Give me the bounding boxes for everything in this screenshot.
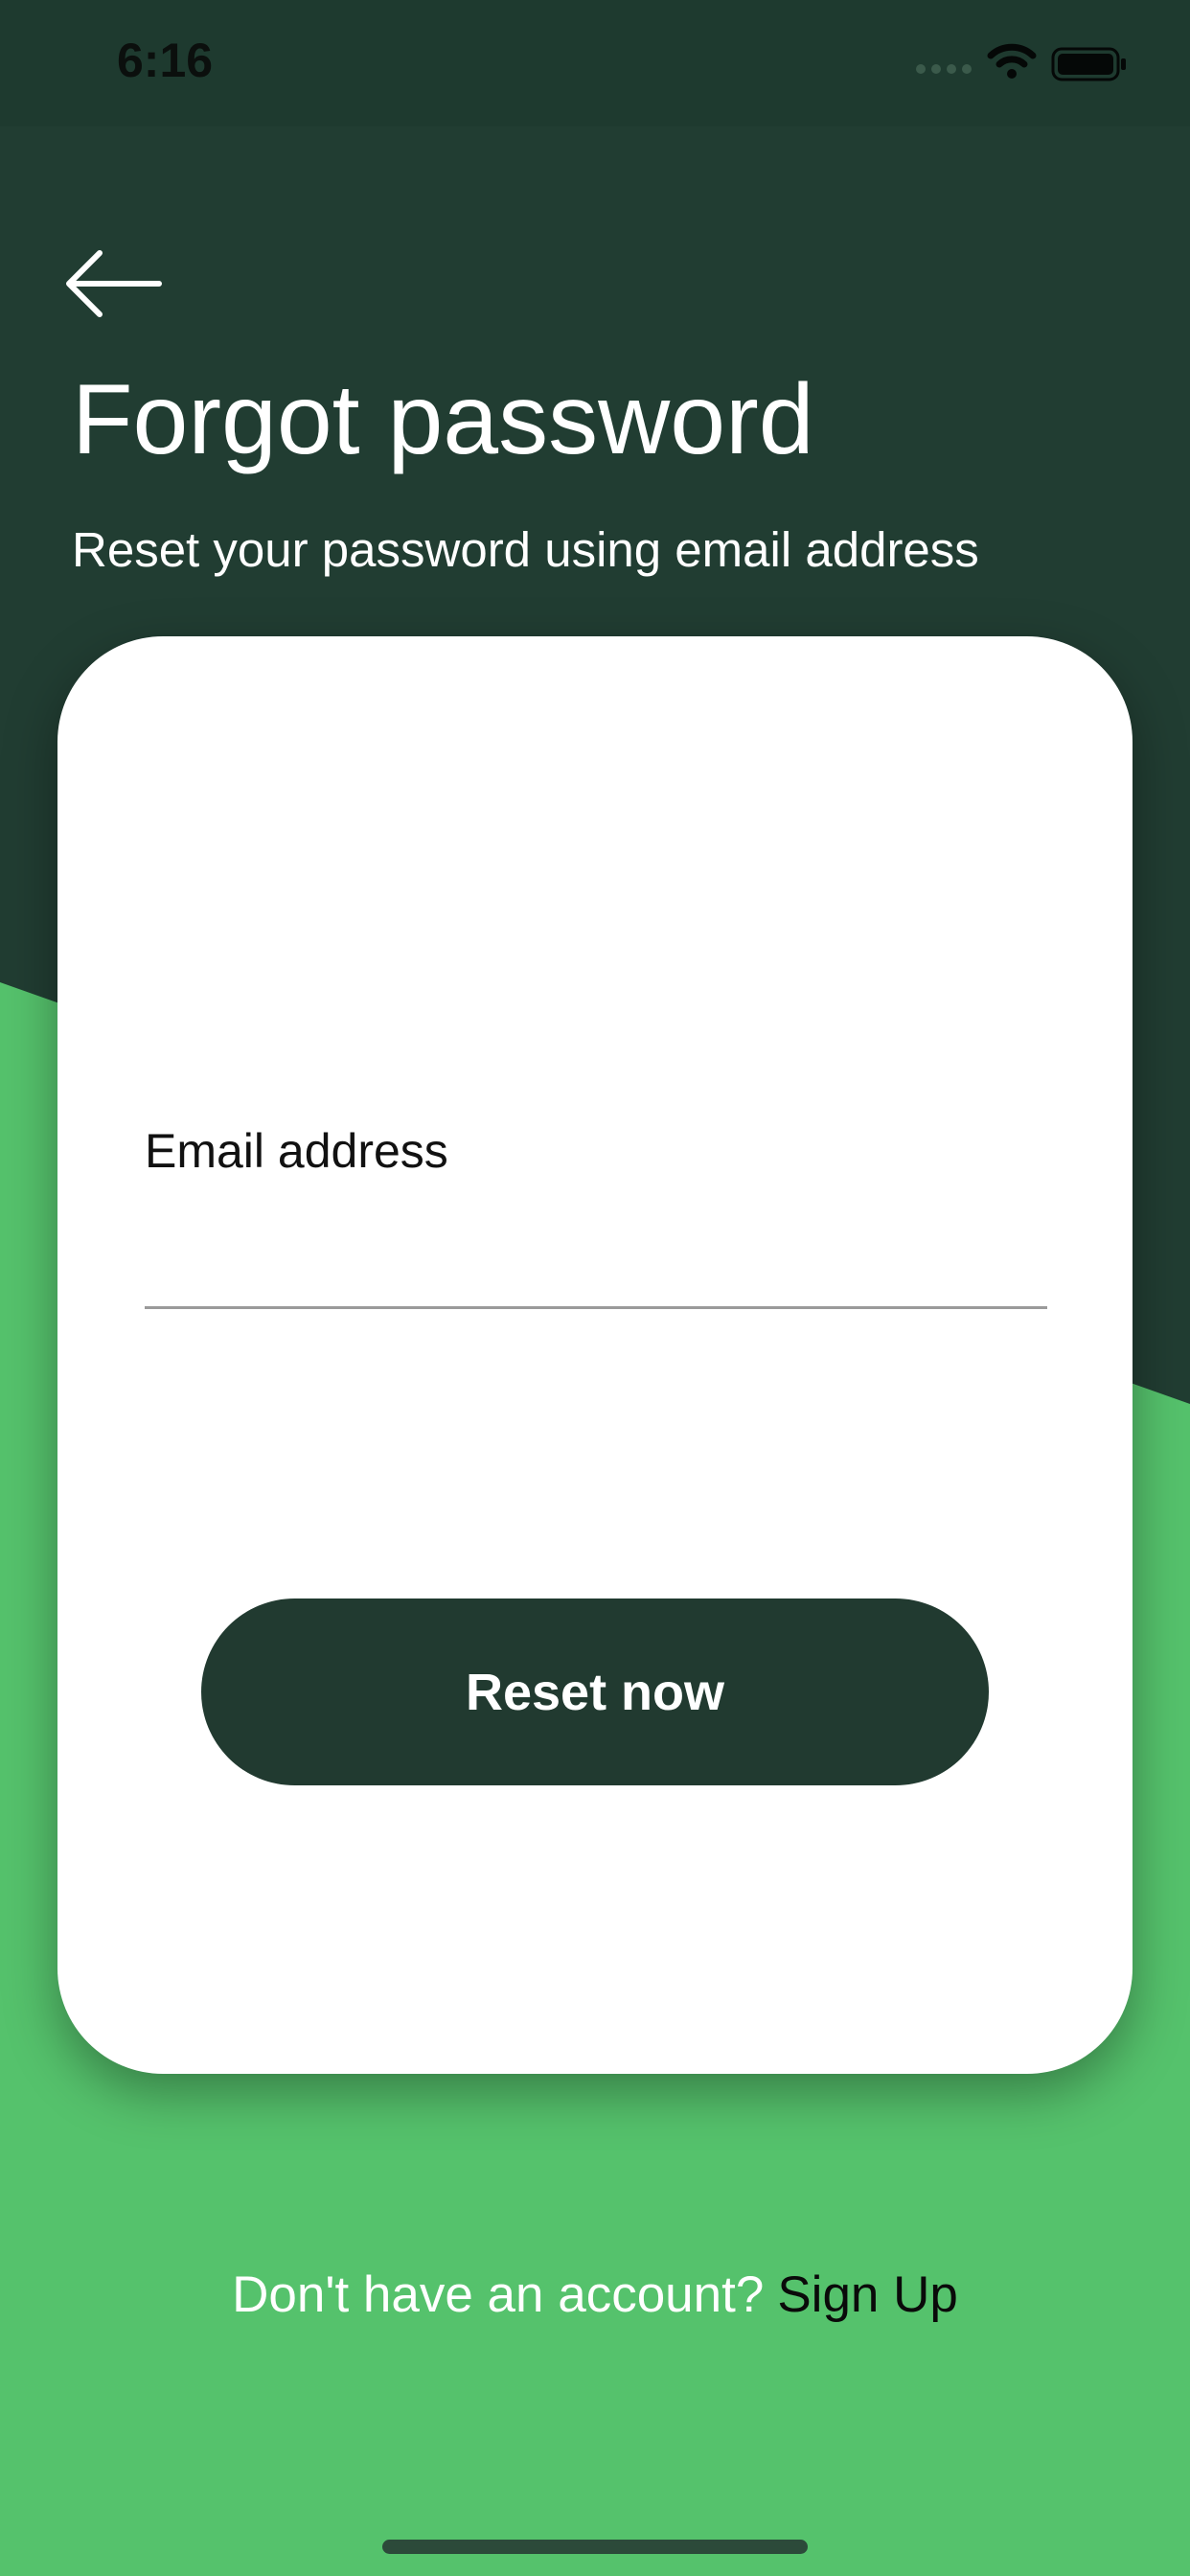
back-button[interactable] bbox=[63, 245, 163, 322]
battery-icon bbox=[1051, 47, 1126, 81]
forgot-password-screen: 6:16 Forgot password Reset your password… bbox=[0, 0, 1190, 2576]
home-indicator bbox=[382, 2540, 808, 2554]
signup-prompt-text: Don't have an account? bbox=[232, 2266, 765, 2323]
email-field[interactable] bbox=[145, 1194, 1047, 1309]
reset-now-button[interactable]: Reset now bbox=[201, 1598, 989, 1785]
status-bar: 6:16 bbox=[0, 0, 1190, 126]
page-subtitle: Reset your password using email address bbox=[72, 522, 979, 577]
sign-up-link[interactable]: Sign Up bbox=[777, 2266, 958, 2323]
arrow-left-icon bbox=[66, 250, 162, 317]
cellular-dots-icon bbox=[916, 64, 972, 74]
page-title: Forgot password bbox=[72, 364, 814, 475]
signup-prompt-row: Don't have an account? Sign Up bbox=[0, 2262, 1190, 2329]
wifi-icon bbox=[987, 43, 1037, 79]
status-time: 6:16 bbox=[117, 34, 214, 87]
reset-form-card: Email address Reset now bbox=[57, 636, 1133, 2074]
email-label: Email address bbox=[145, 1124, 448, 1178]
